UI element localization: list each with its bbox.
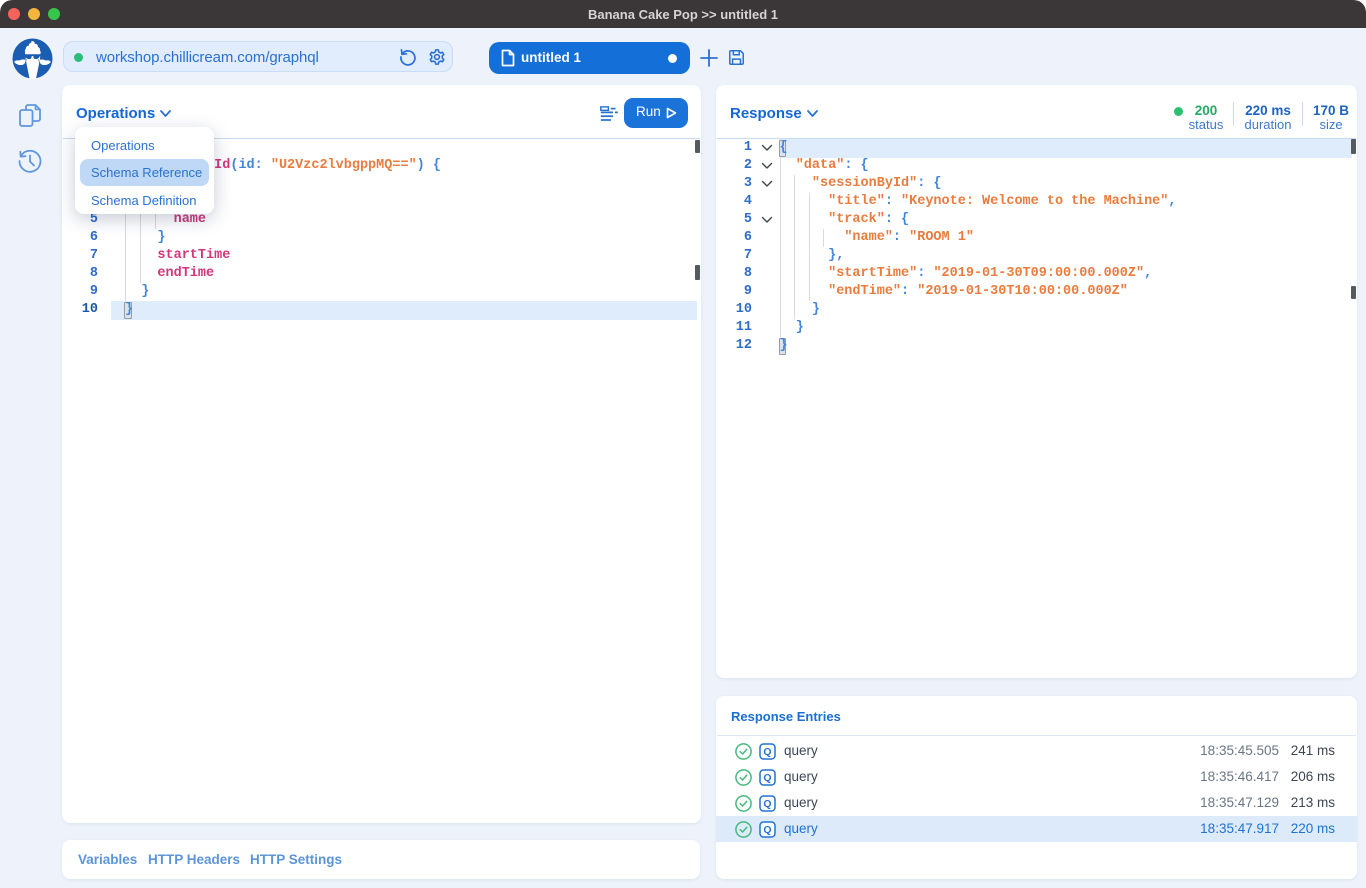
svg-text:Q: Q [763,746,771,758]
svg-text:Q: Q [763,824,771,836]
svg-text:Q: Q [763,772,771,784]
svg-text:Q: Q [763,798,771,810]
